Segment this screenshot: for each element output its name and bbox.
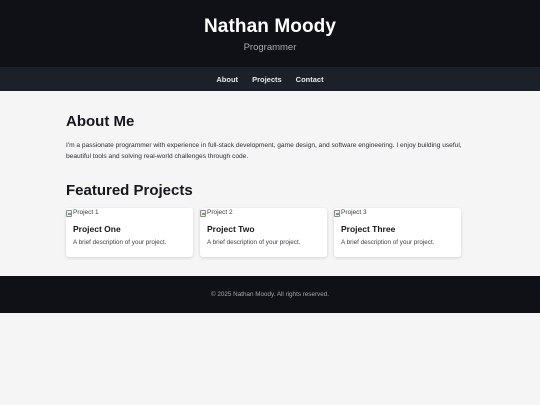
- about-text: I'm a passionate programmer with experie…: [66, 142, 462, 160]
- project-card[interactable]: Project 1 Project One A brief descriptio…: [66, 208, 193, 257]
- site-header: Nathan Moody Programmer: [0, 0, 540, 67]
- project-description: A brief description of your project.: [73, 239, 167, 246]
- site-title: Nathan Moody: [203, 16, 337, 37]
- project-image-alt: Project 1: [73, 209, 99, 216]
- main-nav: About Projects Contact: [0, 67, 540, 91]
- project-image: Project 2: [200, 209, 233, 217]
- main-content: About Me I'm a passionate programmer wit…: [66, 91, 474, 257]
- broken-image-icon: [200, 209, 206, 217]
- nav-link-about[interactable]: About: [216, 75, 238, 84]
- project-title: Project Two: [207, 224, 255, 234]
- project-title: Project One: [73, 224, 121, 234]
- project-description: A brief description of your project.: [207, 239, 301, 246]
- project-card[interactable]: Project 2 Project Two A brief descriptio…: [200, 208, 327, 257]
- nav-link-projects[interactable]: Projects: [252, 75, 282, 84]
- project-image-alt: Project 2: [207, 209, 233, 216]
- about-section: About Me I'm a passionate programmer wit…: [66, 113, 474, 162]
- project-image: Project 3: [334, 209, 367, 217]
- nav-link-contact[interactable]: Contact: [296, 75, 324, 84]
- site-footer: © 2025 Nathan Moody. All rights reserved…: [0, 276, 540, 313]
- broken-image-icon: [334, 209, 340, 217]
- project-card[interactable]: Project 3 Project Three A brief descript…: [334, 208, 461, 257]
- broken-image-icon: [66, 209, 72, 217]
- projects-heading: Featured Projects: [66, 182, 193, 199]
- project-image-alt: Project 3: [341, 209, 367, 216]
- project-description: A brief description of your project.: [341, 239, 435, 246]
- site-subtitle: Programmer: [243, 42, 297, 53]
- about-heading: About Me: [66, 113, 135, 130]
- projects-section: Featured Projects Project 1 Project One …: [66, 182, 474, 257]
- project-image: Project 1: [66, 209, 99, 217]
- project-grid: Project 1 Project One A brief descriptio…: [66, 208, 474, 257]
- project-title: Project Three: [341, 224, 396, 234]
- footer-copyright: © 2025 Nathan Moody. All rights reserved…: [211, 291, 329, 298]
